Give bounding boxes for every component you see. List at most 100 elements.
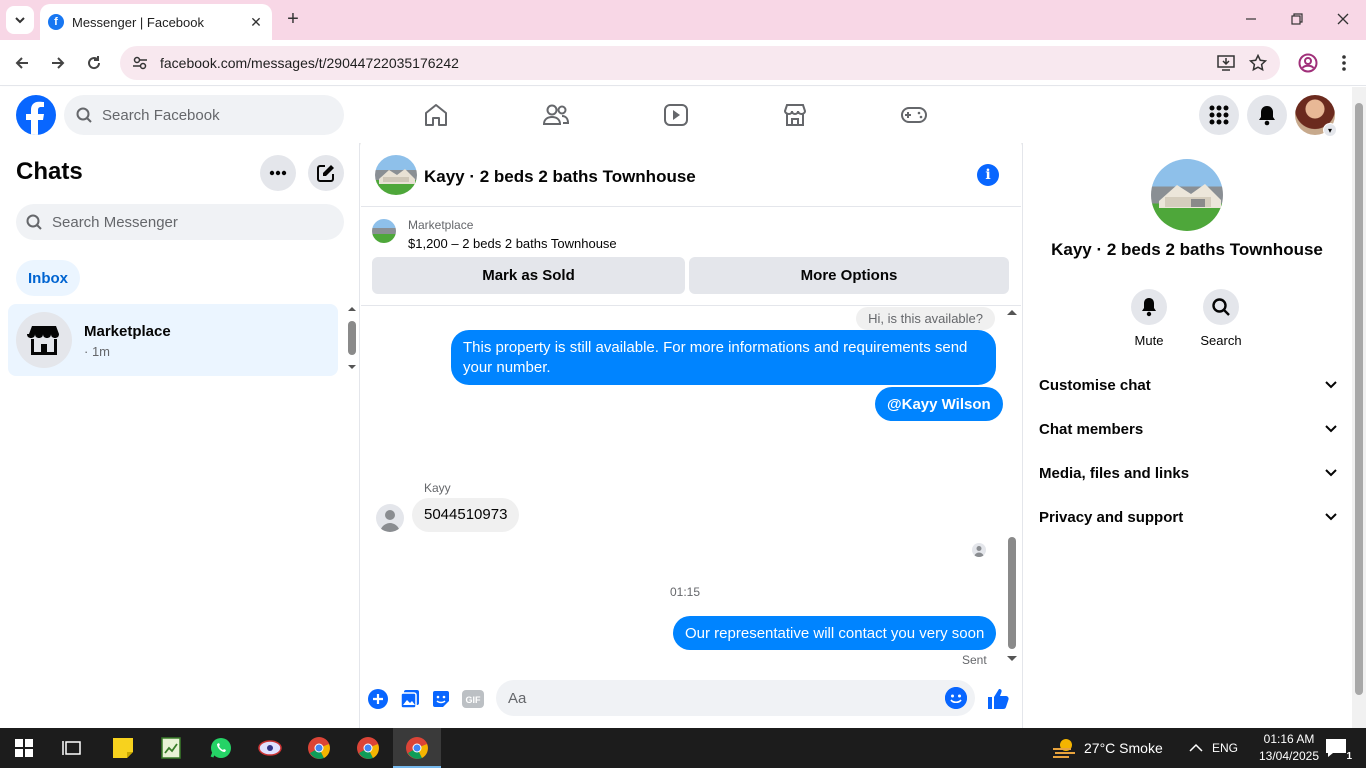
gif-button[interactable]: GIF	[462, 688, 484, 710]
profile-button[interactable]	[1296, 51, 1320, 75]
nav-marketplace[interactable]	[781, 101, 809, 129]
listing-price-title[interactable]: $1,200 – 2 beds 2 baths Townhouse	[408, 236, 617, 251]
search-icon	[1203, 289, 1239, 325]
url-text[interactable]: facebook.com/messages/t/2904472203517624…	[160, 55, 1280, 71]
attach-photo-button[interactable]	[399, 688, 421, 710]
info-icon[interactable]: i	[977, 164, 999, 186]
section-label: Customise chat	[1039, 376, 1151, 394]
notifications-button[interactable]	[1247, 95, 1287, 135]
inbox-tab[interactable]: Inbox	[16, 260, 80, 296]
taskbar-whatsapp[interactable]	[207, 734, 235, 762]
message-bubble-incoming[interactable]: 5044510973	[412, 498, 520, 532]
arrow-left-icon	[15, 57, 28, 69]
task-view-button[interactable]	[58, 734, 86, 762]
notification-center-button[interactable]: 1	[1322, 734, 1352, 762]
clock-time[interactable]: 01:16 AM	[1254, 732, 1324, 746]
minimize-window-button[interactable]	[1240, 8, 1262, 30]
mark-as-sold-button[interactable]: Mark as Sold	[372, 257, 685, 294]
address-bar[interactable]: facebook.com/messages/t/2904472203517624…	[120, 46, 1280, 80]
minimize-icon	[1246, 18, 1256, 20]
clock-date[interactable]: 13/04/2025	[1254, 749, 1324, 763]
menu-button[interactable]	[1199, 95, 1239, 135]
taskbar-sticky-notes[interactable]	[109, 734, 137, 762]
back-button[interactable]	[10, 51, 34, 75]
close-window-button[interactable]	[1332, 8, 1354, 30]
message-bubble-outgoing[interactable]: @Kayy Wilson	[875, 387, 1003, 421]
privacy-support-section[interactable]: Privacy and support	[1039, 502, 1337, 532]
browser-menu-button[interactable]	[1332, 51, 1356, 75]
details-title: Kayy · 2 beds 2 baths Townhouse	[1051, 240, 1323, 259]
restore-window-button[interactable]	[1286, 8, 1308, 30]
conversation-title[interactable]: Kayy · 2 beds 2 baths Townhouse	[424, 167, 696, 187]
taskbar-chrome[interactable]	[305, 734, 333, 762]
compose-icon	[317, 165, 334, 182]
new-tab-button[interactable]: +	[282, 8, 304, 30]
customise-chat-section[interactable]: Customise chat	[1039, 370, 1337, 400]
weather-text[interactable]: 27°C Smoke	[1084, 740, 1163, 756]
taskbar-chrome-active[interactable]	[393, 728, 441, 768]
account-avatar[interactable]: ▾	[1295, 95, 1337, 137]
thread-scrollbar[interactable]	[1006, 307, 1018, 667]
facebook-search-input[interactable]: Search Facebook	[64, 95, 344, 135]
browser-tab-messenger[interactable]: f Messenger | Facebook ✕	[40, 4, 272, 40]
message-timestamp: 01:15	[670, 585, 701, 599]
sticker-button[interactable]	[430, 688, 452, 710]
tab-search-dropdown-button[interactable]	[6, 6, 34, 34]
search-icon	[76, 107, 94, 123]
section-label: Privacy and support	[1039, 508, 1184, 526]
sticky-notes-icon	[113, 738, 133, 758]
nav-home[interactable]	[422, 101, 450, 129]
taskbar-app[interactable]	[256, 734, 284, 762]
forward-button[interactable]	[46, 51, 70, 75]
show-hidden-icons-button[interactable]	[1182, 734, 1210, 762]
media-files-links-section[interactable]: Media, files and links	[1039, 458, 1337, 488]
page-scrollbar[interactable]	[1352, 87, 1366, 728]
taskbar-spreadsheet-app[interactable]	[157, 734, 185, 762]
site-info-icon[interactable]	[130, 53, 150, 73]
mute-label: Mute	[1134, 333, 1164, 348]
search-conversation-button[interactable]: Search	[1191, 289, 1251, 348]
page-scrollbar-thumb[interactable]	[1355, 103, 1363, 695]
message-bubble-outgoing[interactable]: This property is still available. For mo…	[451, 330, 996, 385]
sender-avatar[interactable]	[376, 504, 404, 532]
weather-widget[interactable]	[1050, 734, 1078, 762]
install-app-button[interactable]	[1214, 51, 1238, 75]
chat-list-item[interactable]: Marketplace · 1m	[8, 304, 338, 376]
bookmark-button[interactable]	[1246, 51, 1270, 75]
taskbar-chrome-profile[interactable]	[354, 734, 382, 762]
marketplace-label: Marketplace	[408, 218, 474, 232]
reload-button[interactable]	[82, 51, 106, 75]
more-options-button[interactable]: More Options	[689, 257, 1009, 294]
messenger-search-input[interactable]: Search Messenger	[16, 204, 344, 240]
nav-gaming[interactable]	[900, 101, 928, 129]
more-actions-button[interactable]	[367, 688, 389, 710]
chat-members-section[interactable]: Chat members	[1039, 414, 1337, 444]
message-input[interactable]: Aa	[496, 680, 975, 716]
close-tab-icon[interactable]: ✕	[248, 14, 264, 31]
chevron-down-icon: ▾	[1323, 123, 1337, 137]
profile-icon	[1298, 53, 1318, 73]
facebook-logo-icon[interactable]	[16, 95, 56, 135]
marketplace-icon	[783, 104, 807, 126]
nav-video[interactable]	[662, 101, 690, 129]
listing-thumbnail[interactable]	[372, 219, 396, 243]
start-button[interactable]	[10, 734, 38, 762]
facebook-favicon-icon: f	[48, 14, 64, 30]
listing-avatar-large[interactable]	[1151, 159, 1223, 231]
image-icon	[400, 690, 419, 709]
chats-options-button[interactable]	[260, 155, 296, 191]
like-button[interactable]	[987, 688, 1009, 710]
mute-button[interactable]: Mute	[1119, 289, 1179, 348]
listing-avatar[interactable]	[375, 155, 417, 195]
seen-avatar	[972, 543, 986, 557]
replied-message-preview[interactable]: Hi, is this available?	[856, 307, 995, 330]
message-bubble-outgoing[interactable]: Our representative will contact you very…	[673, 616, 997, 650]
chevron-down-icon	[1325, 381, 1337, 389]
nav-friends[interactable]	[542, 101, 570, 129]
language-indicator[interactable]: ENG	[1212, 741, 1238, 755]
chats-scrollbar[interactable]	[347, 304, 357, 376]
emoji-icon[interactable]	[945, 687, 967, 709]
new-message-button[interactable]	[308, 155, 344, 191]
marketplace-listing-bar: Marketplace $1,200 – 2 beds 2 baths Town…	[361, 208, 1021, 306]
chat-name: Marketplace	[84, 323, 171, 340]
